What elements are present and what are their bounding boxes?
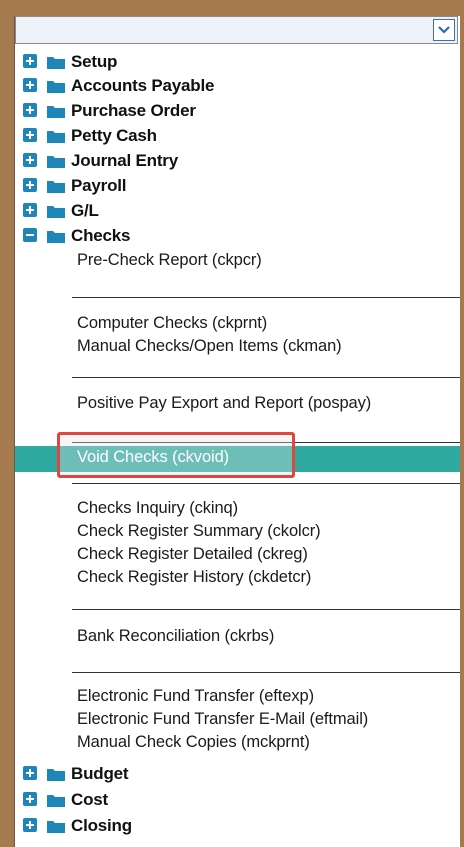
folder-icon bbox=[47, 795, 65, 807]
expand-icon[interactable] bbox=[23, 766, 37, 780]
tree-node-cost[interactable]: Cost bbox=[15, 788, 460, 812]
expand-icon[interactable] bbox=[23, 128, 37, 142]
tree-node-payroll[interactable]: Payroll bbox=[15, 174, 460, 198]
folder-icon bbox=[47, 206, 65, 218]
menu-item-eft-email[interactable]: Electronic Fund Transfer E-Mail (eftmail… bbox=[77, 710, 368, 729]
menu-item-void-checks[interactable]: Void Checks (ckvoid) bbox=[77, 448, 229, 467]
folder-icon bbox=[47, 131, 65, 143]
tree-node-label: Payroll bbox=[71, 176, 127, 195]
tree-node-label: Purchase Order bbox=[71, 101, 196, 120]
tree-node-label: Petty Cash bbox=[71, 126, 157, 145]
tree-node-label: Accounts Payable bbox=[71, 76, 215, 95]
folder-icon bbox=[47, 81, 65, 93]
menu-item-manual-checks[interactable]: Manual Checks/Open Items (ckman) bbox=[77, 337, 342, 356]
tree-node-label: Closing bbox=[71, 816, 132, 835]
tree-node-accounts-payable[interactable]: Accounts Payable bbox=[15, 74, 460, 98]
menu-item-computer-checks[interactable]: Computer Checks (ckprnt) bbox=[77, 314, 267, 333]
tree-node-gl[interactable]: G/L bbox=[15, 199, 460, 223]
menu-item-pre-check-report[interactable]: Pre-Check Report (ckpcr) bbox=[77, 251, 262, 270]
folder-icon bbox=[47, 821, 65, 833]
expand-icon[interactable] bbox=[23, 818, 37, 832]
menu-item-positive-pay[interactable]: Positive Pay Export and Report (pospay) bbox=[77, 394, 371, 413]
expand-icon[interactable] bbox=[23, 78, 37, 92]
expand-icon[interactable] bbox=[23, 178, 37, 192]
expand-icon[interactable] bbox=[23, 203, 37, 217]
divider bbox=[72, 483, 460, 484]
expand-icon[interactable] bbox=[23, 54, 37, 68]
tree-node-checks[interactable]: Checks bbox=[15, 224, 460, 248]
folder-icon bbox=[47, 231, 65, 243]
divider bbox=[72, 609, 460, 610]
expand-icon[interactable] bbox=[23, 792, 37, 806]
menu-item-checks-inquiry[interactable]: Checks Inquiry (ckinq) bbox=[77, 499, 238, 518]
tree-node-label: Journal Entry bbox=[71, 151, 178, 170]
menu-item-bank-reconciliation[interactable]: Bank Reconciliation (ckrbs) bbox=[77, 627, 274, 646]
collapse-icon[interactable] bbox=[23, 228, 37, 242]
menu-item-check-register-history[interactable]: Check Register History (ckdetcr) bbox=[77, 568, 311, 587]
tree-node-label: Budget bbox=[71, 764, 129, 783]
tree-node-label: Cost bbox=[71, 790, 108, 809]
divider bbox=[72, 297, 460, 298]
divider bbox=[72, 672, 460, 673]
folder-icon bbox=[47, 156, 65, 168]
divider bbox=[72, 377, 460, 378]
tree-node-setup[interactable]: Setup bbox=[15, 50, 460, 74]
menu-dropdown[interactable] bbox=[15, 16, 458, 44]
menu-item-check-register-detailed[interactable]: Check Register Detailed (ckreg) bbox=[77, 545, 308, 564]
expand-icon[interactable] bbox=[23, 153, 37, 167]
chevron-down-icon[interactable] bbox=[433, 19, 455, 41]
menu-item-check-register-summary[interactable]: Check Register Summary (ckolcr) bbox=[77, 522, 321, 541]
folder-icon bbox=[47, 769, 65, 781]
tree-node-label: Setup bbox=[71, 52, 118, 71]
menu-item-manual-check-copies[interactable]: Manual Check Copies (mckprnt) bbox=[77, 733, 310, 752]
folder-icon bbox=[47, 57, 65, 69]
menu-panel: Setup Accounts Payable Purchase Order Pe… bbox=[14, 16, 460, 847]
folder-icon bbox=[47, 106, 65, 118]
tree-node-closing[interactable]: Closing bbox=[15, 814, 460, 838]
tree-node-purchase-order[interactable]: Purchase Order bbox=[15, 99, 460, 123]
folder-icon bbox=[47, 181, 65, 193]
menu-item-eft[interactable]: Electronic Fund Transfer (eftexp) bbox=[77, 687, 314, 706]
tree-node-petty-cash[interactable]: Petty Cash bbox=[15, 124, 460, 148]
expand-icon[interactable] bbox=[23, 103, 37, 117]
tree-node-label: G/L bbox=[71, 201, 99, 220]
tree-node-journal-entry[interactable]: Journal Entry bbox=[15, 149, 460, 173]
tree-node-budget[interactable]: Budget bbox=[15, 762, 460, 786]
tree-node-label: Checks bbox=[71, 226, 131, 245]
